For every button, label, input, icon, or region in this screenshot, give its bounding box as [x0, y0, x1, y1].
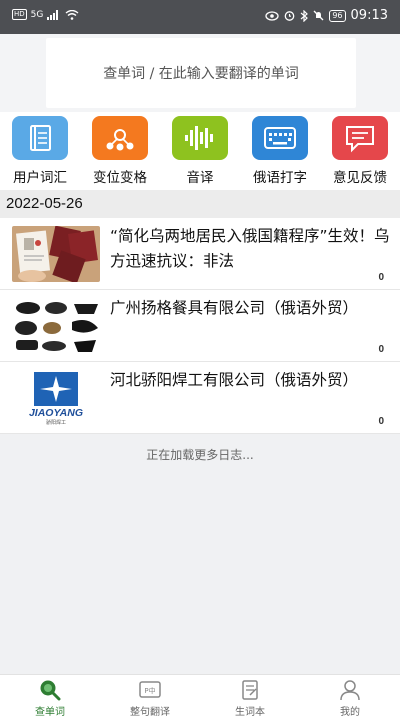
status-bar: HD 5G 96 09:13 — [0, 0, 400, 34]
loading-more-text: 正在加载更多日志... — [146, 448, 254, 462]
tab-lookup-word[interactable]: 查单词 — [0, 679, 100, 718]
news-thumbnail-tableware — [12, 298, 100, 354]
tab-label: 生词本 — [235, 707, 265, 718]
mute-icon — [313, 10, 324, 21]
tool-label: 变位变格 — [93, 170, 147, 186]
signal-icon — [47, 9, 59, 20]
tool-feedback[interactable]: 意见反馈 — [320, 116, 400, 186]
tab-vocabulary-book[interactable]: 生词本 — [200, 679, 300, 718]
news-title: “简化乌两地居民入俄国籍程序”生效！乌方迅速抗议：非法 — [110, 227, 390, 270]
tab-profile[interactable]: 我的 — [300, 679, 400, 718]
logo-text: JIAOYANG — [29, 407, 83, 419]
news-title: 广州扬格餐具有限公司（俄语外贸） — [110, 299, 359, 317]
news-title: 河北骄阳焊工有限公司（俄语外贸） — [110, 371, 359, 389]
news-view-count: 0 — [378, 272, 384, 283]
search-icon — [40, 680, 61, 701]
news-list: “简化乌两地居民入俄国籍程序”生效！乌方迅速抗议：非法 0 广州扬格餐具有限公司… — [0, 218, 400, 434]
alarm-icon — [284, 11, 295, 21]
search-area: 查单词 / 在此输入要翻译的单词 — [0, 34, 400, 112]
news-item[interactable]: “简化乌两地居民入俄国籍程序”生效！乌方迅速抗议：非法 0 — [0, 218, 400, 290]
tab-label: 整句翻译 — [130, 707, 170, 718]
tool-user-vocabulary[interactable]: 用户词汇 — [0, 116, 80, 186]
network-nodes-icon — [92, 116, 148, 160]
translate-icon: P中 — [139, 681, 161, 698]
logo-subtext: 骄阳焊工 — [46, 419, 66, 426]
chat-bubble-icon — [332, 116, 388, 160]
sound-wave-icon — [172, 116, 228, 160]
user-icon — [340, 680, 360, 701]
news-thumbnail-jiaoyang-logo: JIAOYANG 骄阳焊工 — [12, 370, 100, 426]
battery-level: 96 — [329, 9, 346, 22]
tab-label: 我的 — [340, 707, 360, 718]
network-type: HD — [12, 9, 27, 20]
news-item[interactable]: 广州扬格餐具有限公司（俄语外贸） 0 — [0, 290, 400, 362]
tool-label: 音译 — [186, 170, 214, 186]
keyboard-icon — [252, 116, 308, 160]
signal-type: 5G — [30, 9, 44, 20]
tool-label: 用户词汇 — [13, 170, 67, 186]
feed-date: 2022-05-26 — [0, 190, 400, 218]
tool-transliteration[interactable]: 音译 — [160, 116, 240, 186]
tool-shortcuts: 用户词汇 变位变格 音译 俄语打字 意见反馈 — [0, 112, 400, 190]
vocabulary-book-icon — [12, 116, 68, 160]
notebook-icon — [242, 680, 258, 700]
tab-label: 查单词 — [35, 707, 65, 718]
bluetooth-icon — [300, 9, 309, 22]
eye-icon — [265, 10, 279, 21]
news-view-count: 0 — [378, 344, 384, 355]
tool-russian-typing[interactable]: 俄语打字 — [240, 116, 320, 186]
clock: 09:13 — [350, 8, 388, 23]
bottom-tab-bar: 查单词 P中 整句翻译 生词本 我的 — [0, 674, 400, 720]
news-view-count: 0 — [378, 416, 384, 427]
status-right: 96 09:13 — [265, 8, 388, 23]
tool-conjugation[interactable]: 变位变格 — [80, 116, 160, 186]
search-input[interactable]: 查单词 / 在此输入要翻译的单词 — [46, 38, 356, 108]
news-thumbnail-passports — [12, 226, 100, 282]
tool-label: 意见反馈 — [333, 170, 387, 186]
wifi-icon — [65, 9, 79, 20]
tool-label: 俄语打字 — [253, 170, 307, 186]
svg-text:P中: P中 — [144, 686, 155, 695]
news-item[interactable]: JIAOYANG 骄阳焊工 河北骄阳焊工有限公司（俄语外贸） 0 — [0, 362, 400, 434]
tab-sentence-translate[interactable]: P中 整句翻译 — [100, 679, 200, 718]
status-left: HD 5G — [12, 9, 79, 20]
